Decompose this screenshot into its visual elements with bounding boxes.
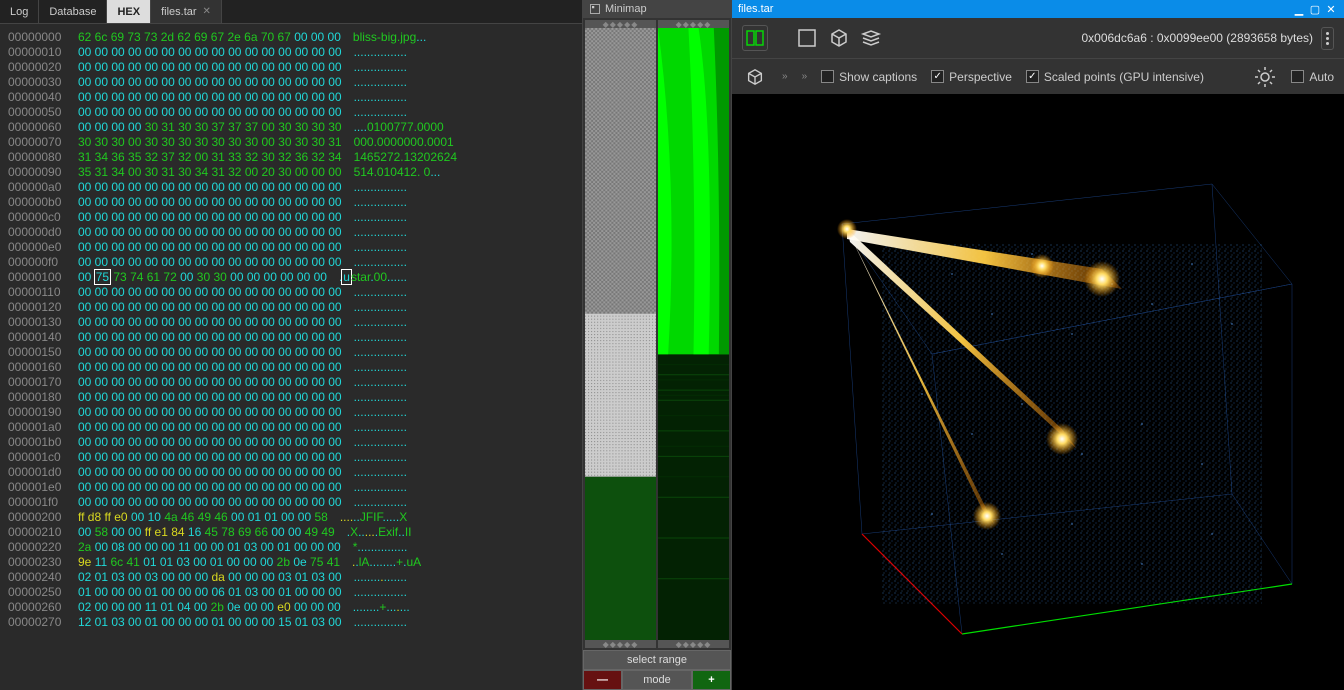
select-range-button[interactable]: select range (583, 650, 731, 670)
titlebar-file: files.tar (738, 3, 773, 15)
mode-button[interactable]: mode (622, 670, 692, 690)
minimap-panel: Minimap ◆◆◆◆◆ ◆◆◆◆◆ ◆◆◆◆◆ (582, 0, 732, 690)
range-text: 0x006dc6a6 : 0x0099ee00 (2893658 bytes) (1081, 31, 1313, 45)
tab-file[interactable]: files.tar ✕ (151, 0, 222, 23)
minus-button[interactable]: — (583, 670, 622, 690)
minimap-handle-bot[interactable]: ◆◆◆◆◆ (585, 640, 656, 648)
layers-icon[interactable] (858, 25, 884, 51)
plus-button[interactable]: + (692, 670, 731, 690)
tab-file-label: files.tar (161, 6, 196, 18)
minimap-handle-bot2[interactable]: ◆◆◆◆◆ (658, 640, 729, 648)
hex-panel: Log Database HEX files.tar ✕ 0000000062 … (0, 0, 582, 690)
tab-hex[interactable]: HEX (107, 0, 151, 23)
visualization-panel: files.tar ▁ ▢ ✕ 0x006dc6a6 : 0x0099ee00 … (732, 0, 1344, 690)
brightness-icon[interactable] (1253, 65, 1277, 89)
tab-database[interactable]: Database (39, 0, 107, 23)
expand-icon-2[interactable]: » (802, 71, 808, 82)
perspective-checkbox[interactable]: ✓Perspective (931, 70, 1012, 84)
tab-log[interactable]: Log (0, 0, 39, 23)
3d-viewport[interactable] (732, 94, 1344, 690)
window-controls: ▁ ▢ ✕ (1292, 2, 1338, 16)
square-icon[interactable] (794, 25, 820, 51)
close-icon[interactable]: ✕ (203, 6, 211, 17)
hex-view[interactable]: 0000000062 6c 69 73 73 2d 62 69 67 2e 6a… (0, 24, 582, 690)
split-view-icon[interactable] (742, 25, 768, 51)
auto-checkbox[interactable]: Auto (1291, 70, 1334, 84)
scaled-points-checkbox[interactable]: ✓Scaled points (GPU intensive) (1026, 70, 1204, 84)
minimap-body[interactable]: ◆◆◆◆◆ ◆◆◆◆◆ ◆◆◆◆◆ (583, 18, 731, 650)
minimap-left[interactable] (585, 28, 656, 640)
minimap-handle-top[interactable]: ◆◆◆◆◆ (585, 20, 656, 28)
minimap-right[interactable] (658, 28, 729, 640)
maximize-icon[interactable]: ▢ (1308, 2, 1322, 16)
show-captions-checkbox[interactable]: Show captions (821, 70, 917, 84)
minimap-header: Minimap (583, 0, 731, 18)
minimap-title: Minimap (605, 3, 647, 15)
tab-bar: Log Database HEX files.tar ✕ (0, 0, 582, 24)
minimap-handle-top2[interactable]: ◆◆◆◆◆ (658, 20, 729, 28)
kebab-menu-icon[interactable] (1321, 27, 1334, 50)
expand-icon[interactable]: » (782, 71, 788, 82)
titlebar: files.tar ▁ ▢ ✕ (732, 0, 1344, 18)
toolbar-primary: 0x006dc6a6 : 0x0099ee00 (2893658 bytes) (732, 18, 1344, 58)
toolbar-secondary: » » Show captions ✓Perspective ✓Scaled p… (732, 58, 1344, 94)
close-window-icon[interactable]: ✕ (1324, 2, 1338, 16)
package-icon[interactable] (742, 64, 768, 90)
minimize-icon[interactable]: ▁ (1292, 2, 1306, 16)
cube-icon[interactable] (826, 25, 852, 51)
minimap-icon (589, 3, 601, 15)
